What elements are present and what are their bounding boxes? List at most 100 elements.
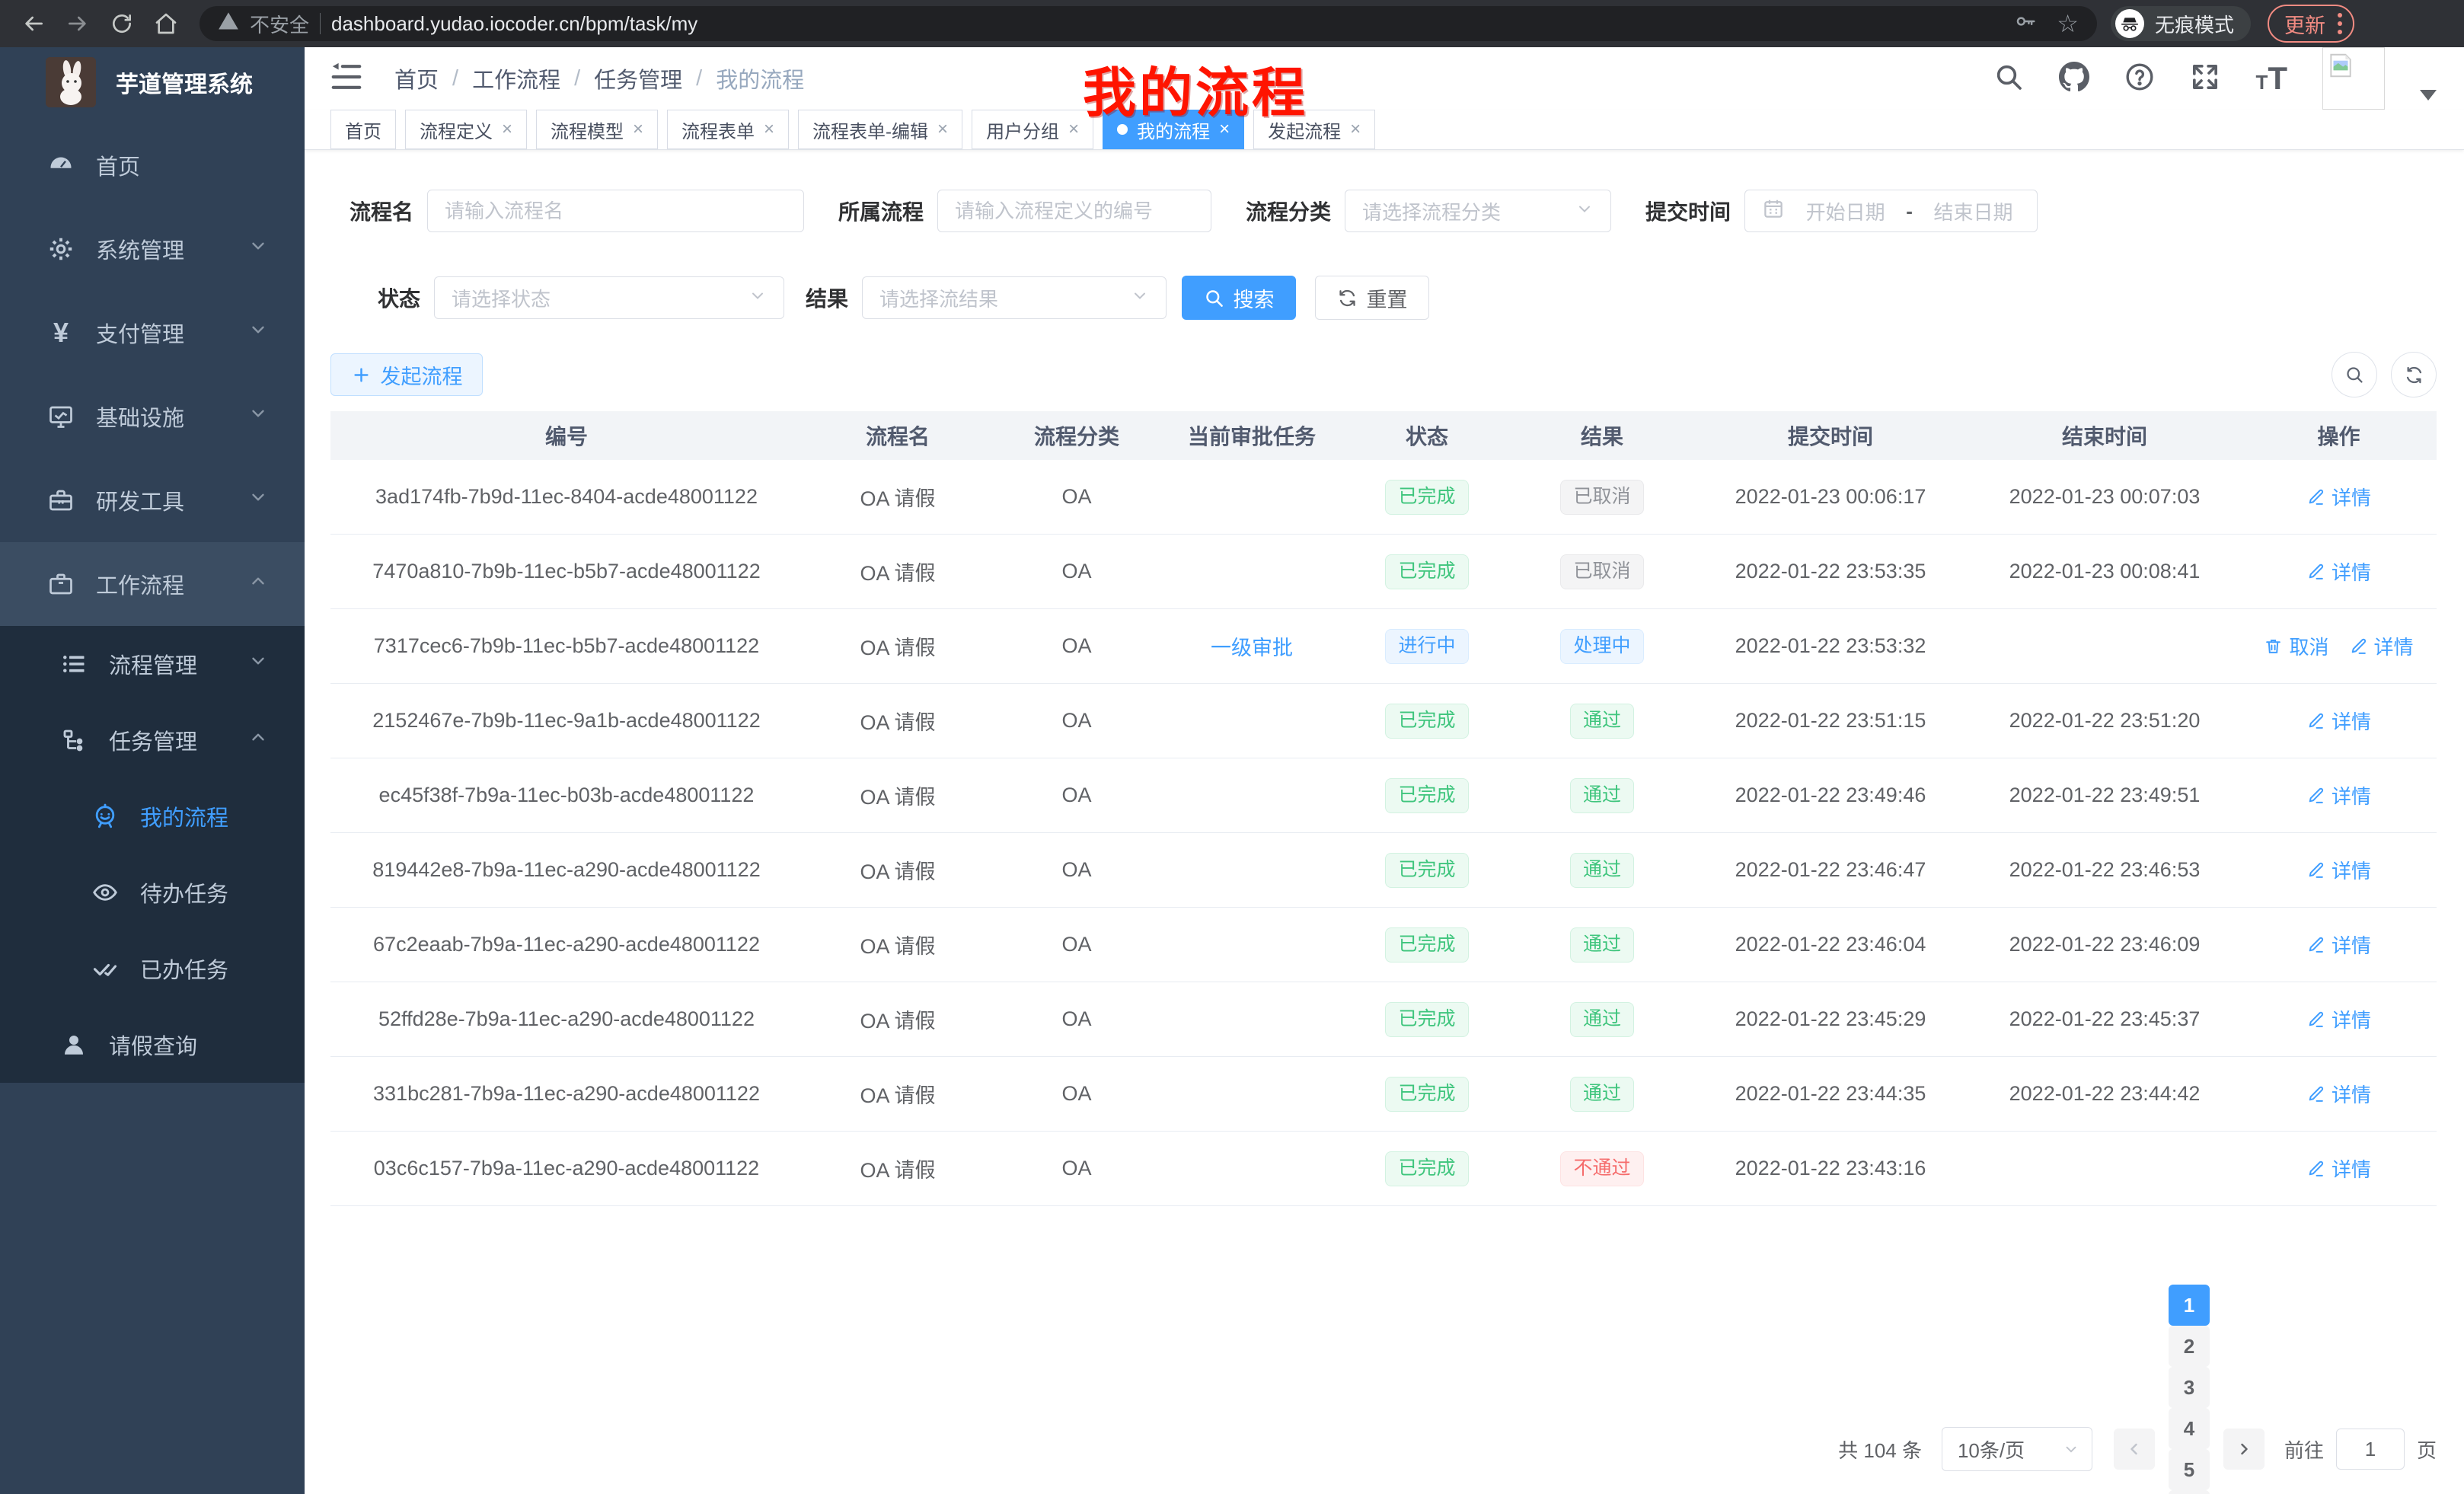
close-icon[interactable]: ×: [633, 120, 643, 139]
page-button-6[interactable]: 6: [2169, 1490, 2210, 1494]
avatar-dropdown-icon[interactable]: [2420, 90, 2437, 101]
breadcrumb-item[interactable]: 工作流程: [472, 62, 560, 94]
browser-menu-icon[interactable]: [2338, 13, 2342, 34]
chevron-down-icon: [248, 487, 268, 513]
cell-current-task[interactable]: 一级审批: [1160, 631, 1343, 661]
search-button[interactable]: 搜索: [1182, 276, 1296, 320]
show-search-toggle-button[interactable]: [2332, 352, 2377, 397]
page-button-4[interactable]: 4: [2169, 1408, 2210, 1449]
cell-name: OA 请假: [803, 557, 993, 586]
detail-link[interactable]: 详情: [2306, 1005, 2371, 1033]
sidebar-item-home[interactable]: 首页: [0, 123, 305, 207]
sidebar-collapse-icon[interactable]: [330, 62, 362, 95]
process-name-label: 流程名: [349, 196, 413, 226]
breadcrumb-item[interactable]: 首页: [394, 62, 439, 94]
home-icon[interactable]: [146, 4, 186, 43]
refresh-table-button[interactable]: [2391, 352, 2437, 397]
page-button-1[interactable]: 1: [2169, 1285, 2210, 1326]
bookmark-star-icon[interactable]: ☆: [2057, 11, 2079, 36]
close-icon[interactable]: ×: [1068, 120, 1079, 139]
detail-link[interactable]: 详情: [2306, 1154, 2371, 1183]
font-size-icon[interactable]: TT: [2255, 60, 2287, 97]
tab-流程模型[interactable]: 流程模型 ×: [536, 110, 658, 149]
page-button-5[interactable]: 5: [2169, 1449, 2210, 1490]
tab-流程表单-编辑[interactable]: 流程表单-编辑 ×: [798, 110, 962, 149]
goto-page-input[interactable]: [2336, 1429, 2405, 1470]
prev-page-button[interactable]: [2114, 1429, 2155, 1470]
result-select[interactable]: 请选择流结果: [862, 276, 1167, 319]
cell-name: OA 请假: [803, 855, 993, 885]
process-name-input[interactable]: [427, 190, 804, 232]
github-icon[interactable]: [2059, 62, 2089, 96]
sidebar-item-process-manage[interactable]: 流程管理: [0, 626, 305, 702]
detail-link[interactable]: 详情: [2306, 483, 2371, 511]
close-icon[interactable]: ×: [502, 120, 512, 139]
sidebar-item-leave-query[interactable]: 请假查询: [0, 1007, 305, 1083]
tab-流程表单[interactable]: 流程表单 ×: [667, 110, 789, 149]
detail-link[interactable]: 详情: [2306, 781, 2371, 809]
process-category-select[interactable]: 请选择流程分类: [1345, 190, 1611, 232]
search-icon[interactable]: [1993, 62, 2024, 96]
update-button[interactable]: 更新: [2268, 5, 2354, 43]
status-placeholder: 请选择状态: [452, 284, 551, 312]
incognito-badge: 无痕模式: [2111, 6, 2251, 41]
next-page-button[interactable]: [2223, 1429, 2265, 1470]
tab-label: 流程定义: [420, 117, 493, 143]
sidebar-item-system[interactable]: 系统管理: [0, 207, 305, 291]
address-bar[interactable]: 不安全 dashboard.yudao.iocoder.cn/bpm/task/…: [199, 6, 2097, 41]
sidebar-item-devtools[interactable]: 研发工具: [0, 458, 305, 542]
sidebar-item-task-manage[interactable]: 任务管理: [0, 702, 305, 778]
status-badge: 处理中: [1560, 629, 1643, 664]
cancel-link[interactable]: 取消: [2264, 632, 2328, 660]
pagination-total: 共 104 条: [1838, 1435, 1922, 1464]
detail-link[interactable]: 详情: [2306, 707, 2371, 735]
page-button-2[interactable]: 2: [2169, 1326, 2210, 1367]
page-button-3[interactable]: 3: [2169, 1367, 2210, 1408]
table-row: 3ad174fb-7b9d-11ec-8404-acde48001122 OA …: [330, 460, 2437, 535]
sidebar-item-workflow[interactable]: 工作流程: [0, 542, 305, 626]
reload-icon[interactable]: [102, 4, 142, 43]
cell-result: 已取消: [1511, 480, 1693, 515]
close-icon[interactable]: ×: [764, 120, 774, 139]
cell-submit-time: 2022-01-22 23:46:04: [1693, 933, 1968, 956]
start-process-button[interactable]: 发起流程: [330, 353, 483, 396]
detail-link[interactable]: 详情: [2306, 856, 2371, 884]
help-icon[interactable]: [2124, 62, 2155, 96]
sidebar-item-my-process[interactable]: 我的流程: [0, 778, 305, 854]
cell-name: OA 请假: [803, 1079, 993, 1109]
submit-time-range-picker[interactable]: 开始日期 - 结束日期: [1744, 190, 2038, 232]
tab-首页[interactable]: 首页: [330, 110, 396, 149]
breadcrumb-item[interactable]: 任务管理: [594, 62, 682, 94]
status-select[interactable]: 请选择状态: [434, 276, 784, 319]
sidebar-item-label: 已办任务: [140, 953, 228, 985]
tab-流程定义[interactable]: 流程定义 ×: [405, 110, 527, 149]
process-definition-input[interactable]: [937, 190, 1211, 232]
cell-actions: 详情: [2242, 856, 2436, 884]
sidebar-item-done-tasks[interactable]: 已办任务: [0, 931, 305, 1007]
key-icon[interactable]: [2014, 10, 2037, 38]
close-icon[interactable]: ×: [1350, 120, 1361, 139]
detail-link[interactable]: 详情: [2306, 1080, 2371, 1108]
cell-category: OA: [993, 784, 1160, 807]
detail-link[interactable]: 详情: [2349, 632, 2414, 660]
forward-icon[interactable]: [58, 4, 97, 43]
tab-用户分组[interactable]: 用户分组 ×: [972, 110, 1093, 149]
table-row: 2152467e-7b9b-11ec-9a1b-acde48001122 OA …: [330, 684, 2437, 758]
avatar[interactable]: [2322, 47, 2385, 110]
sidebar-item-todo-tasks[interactable]: 待办任务: [0, 854, 305, 931]
breadcrumb-item: 我的流程: [716, 62, 804, 94]
table-row: 7317cec6-7b9b-11ec-b5b7-acde48001122 OA …: [330, 609, 2437, 684]
status-badge: 通过: [1570, 1002, 1634, 1037]
detail-link[interactable]: 详情: [2306, 557, 2371, 586]
close-icon[interactable]: ×: [937, 120, 948, 139]
reset-button[interactable]: 重置: [1315, 276, 1429, 320]
detail-link[interactable]: 详情: [2306, 931, 2371, 959]
fullscreen-icon[interactable]: [2190, 62, 2220, 96]
status-badge: 进行中: [1385, 629, 1468, 664]
table-row: 67c2eaab-7b9a-11ec-a290-acde48001122 OA …: [330, 908, 2437, 982]
back-icon[interactable]: [14, 4, 53, 43]
cell-actions: 详情: [2242, 1005, 2436, 1033]
sidebar-item-infra[interactable]: 基础设施: [0, 375, 305, 458]
sidebar-item-payment[interactable]: ¥ 支付管理: [0, 291, 305, 375]
page-size-select[interactable]: 10条/页: [1942, 1427, 2092, 1471]
